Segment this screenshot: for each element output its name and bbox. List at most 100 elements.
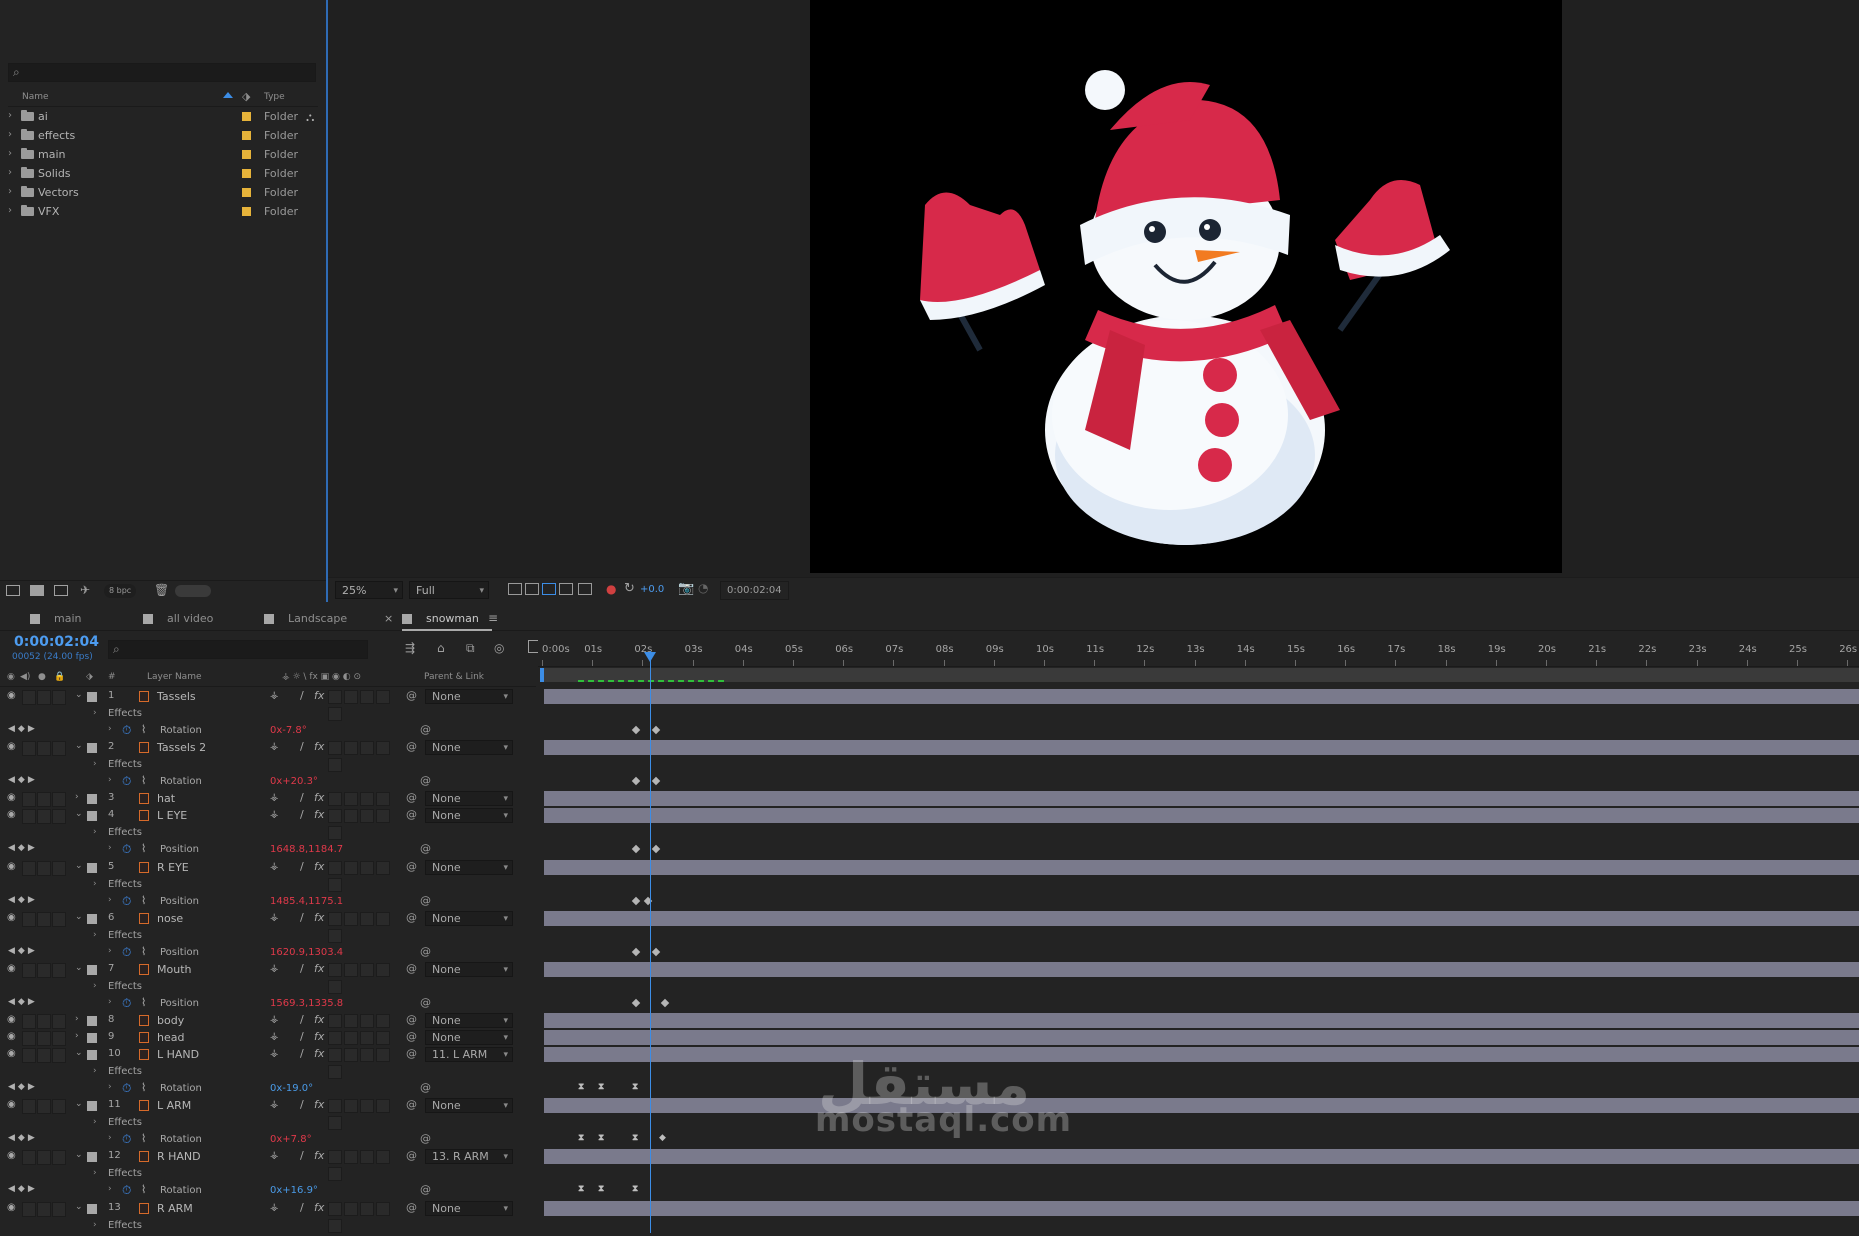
chevron-right-icon[interactable]: › (75, 1031, 79, 1041)
label-color-swatch[interactable] (242, 169, 251, 178)
layer-switch-boxes[interactable] (328, 860, 404, 892)
property-row[interactable]: ◀◆▶ › ⏱ ⌇ Rotation 0x+20.3° @ (0, 773, 536, 790)
layer-duration-bar[interactable] (544, 1030, 1859, 1045)
pick-whip-icon[interactable]: @ (406, 860, 417, 873)
audio-toggle[interactable] (22, 1099, 36, 1115)
layer-duration-bar[interactable] (544, 961, 1859, 977)
quality-switch-icon[interactable]: / (300, 1030, 304, 1043)
shy-switch-icon[interactable]: ⚶ (270, 1202, 279, 1213)
lock-toggle[interactable] (52, 911, 66, 927)
keyframe-navigator[interactable]: ◀◆▶ (8, 775, 38, 785)
effects-group[interactable]: › Effects (0, 978, 536, 995)
label-color-swatch[interactable] (87, 811, 97, 822)
label-color-swatch[interactable] (87, 862, 97, 873)
close-tab-icon[interactable]: × (384, 612, 393, 625)
solo-toggle[interactable] (37, 792, 51, 808)
effects-group[interactable]: › Effects (0, 1114, 536, 1131)
layer-switch-boxes[interactable] (328, 1150, 404, 1182)
hold-keyframe-icon[interactable]: ⧗ (598, 1082, 604, 1092)
column-layer-name[interactable]: Layer Name (147, 672, 202, 682)
exposure-value[interactable]: +0.0 (640, 584, 664, 595)
project-item[interactable]: › effects Folder (8, 126, 318, 145)
solo-toggle[interactable] (37, 1048, 51, 1064)
eye-icon[interactable]: ◉ (7, 963, 18, 974)
pick-whip-icon[interactable]: @ (406, 791, 417, 804)
stopwatch-icon[interactable]: ⏱ (122, 1183, 131, 1198)
keyframe-navigator[interactable]: ◀◆▶ (8, 843, 38, 853)
frame-blending-icon[interactable]: ⧉ (466, 641, 475, 656)
fx-switch-icon[interactable]: fx (314, 1149, 324, 1162)
graph-icon[interactable]: ⌇ (141, 842, 146, 855)
quality-switch-icon[interactable]: / (300, 1098, 304, 1111)
video-visibility-icon[interactable]: ◉ (7, 672, 15, 682)
solo-toggle[interactable] (37, 860, 51, 876)
layer-name[interactable]: R ARM (157, 1202, 193, 1215)
shy-switch-icon[interactable]: ⚶ (270, 861, 279, 872)
layer-duration-bar[interactable] (544, 689, 1859, 704)
quality-switch-icon[interactable]: / (300, 1149, 304, 1162)
label-color-swatch[interactable] (242, 188, 251, 197)
color-channels-icon[interactable]: ● (606, 582, 616, 596)
eye-icon[interactable]: ◉ (7, 793, 18, 803)
layer-name[interactable]: Tassels 2 (157, 741, 206, 754)
shy-switch-icon[interactable]: ⚶ (270, 1150, 279, 1161)
hold-keyframe-icon[interactable]: ⧗ (578, 1133, 584, 1143)
stopwatch-icon[interactable]: ⏱ (122, 774, 131, 789)
keyframe-navigator[interactable]: ◀◆▶ (8, 724, 38, 734)
layer-switch-boxes[interactable] (328, 1048, 404, 1080)
label-color-swatch[interactable] (87, 743, 97, 754)
property-row[interactable]: ◀◆▶ › ⏱ ⌇ Position 1648.8,1184.7 @ (0, 841, 536, 858)
layer-row[interactable]: ◉ ⌄ 2 Tassels 2 ⚶ / fx @ None ▾ (0, 739, 536, 773)
chevron-right-icon[interactable]: › (108, 1082, 112, 1092)
chevron-right-icon[interactable]: › (93, 1168, 97, 1178)
lock-toggle[interactable] (52, 809, 66, 825)
solo-toggle[interactable] (37, 962, 51, 978)
chevron-down-icon[interactable]: ⌄ (75, 1099, 83, 1109)
flowchart-icon[interactable]: ⛬ (306, 110, 314, 125)
chevron-right-icon[interactable]: › (93, 930, 97, 940)
layer-name[interactable]: L HAND (157, 1048, 199, 1061)
property-row[interactable]: ◀◆▶ › ⏱ ⌇ Rotation 0x-19.0° @ (0, 1080, 536, 1097)
zoom-dropdown[interactable]: 25% ▾ (335, 581, 403, 599)
chevron-down-icon[interactable]: ⌄ (75, 963, 83, 973)
current-time-indicator[interactable] (650, 651, 651, 1233)
lock-toggle[interactable] (52, 1150, 66, 1166)
layer-name[interactable]: body (157, 1014, 184, 1027)
layer-row[interactable]: ◉ ⌄ 10 L HAND ⚶ / fx @11. L ARM ▾ (0, 1046, 536, 1080)
lock-toggle[interactable] (52, 1048, 66, 1064)
label-color-swatch[interactable] (87, 1203, 97, 1214)
property-row[interactable]: ◀◆▶ › ⏱ ⌇ Position 1620.9,1303.4 @ (0, 944, 536, 961)
chevron-right-icon[interactable]: › (108, 895, 112, 905)
audio-toggle[interactable] (22, 792, 36, 808)
audio-toggle[interactable] (22, 1031, 36, 1046)
label-color-swatch[interactable] (87, 1101, 97, 1112)
layer-duration-bar[interactable] (544, 808, 1859, 824)
layer-switch-boxes[interactable] (328, 792, 404, 824)
project-item[interactable]: › ai Folder (8, 107, 318, 126)
chevron-right-icon[interactable]: › (93, 1066, 97, 1076)
tab-snowman[interactable]: snowman (402, 611, 492, 631)
playhead-handle[interactable] (644, 652, 656, 662)
layer-row[interactable]: ◉ ⌄ 11 L ARM ⚶ / fx @ None ▾ (0, 1097, 536, 1131)
eye-icon[interactable]: ◉ (7, 1202, 18, 1213)
property-value[interactable]: 1620.9,1303.4 (270, 947, 343, 958)
fx-switch-icon[interactable]: fx (314, 808, 324, 821)
layer-row[interactable]: ◉ ⌄ 12 R HAND ⚶ / fx @13. R ARM ▾ (0, 1148, 536, 1182)
label-color-swatch[interactable] (242, 131, 251, 140)
graph-icon[interactable]: ⌇ (141, 1183, 146, 1196)
hold-keyframe-icon[interactable]: ⧗ (632, 1184, 638, 1194)
sort-ascending-icon[interactable] (223, 92, 233, 98)
layer-switch-boxes[interactable] (328, 741, 404, 773)
fx-switch-icon[interactable]: fx (314, 1030, 324, 1043)
eye-icon[interactable]: ◉ (7, 912, 18, 923)
thumbnail-size-slider[interactable] (175, 585, 211, 597)
layer-name[interactable]: hat (157, 792, 175, 805)
solo-icon[interactable]: ● (38, 672, 46, 682)
chevron-right-icon[interactable]: › (93, 759, 97, 769)
bit-depth-button[interactable]: 8 bpc (104, 584, 137, 598)
layer-switch-boxes[interactable] (328, 962, 404, 994)
chevron-right-icon[interactable]: › (8, 129, 12, 140)
label-color-swatch[interactable] (242, 150, 251, 159)
chevron-down-icon[interactable]: ⌄ (75, 1150, 83, 1160)
graph-icon[interactable]: ⌇ (141, 723, 146, 736)
